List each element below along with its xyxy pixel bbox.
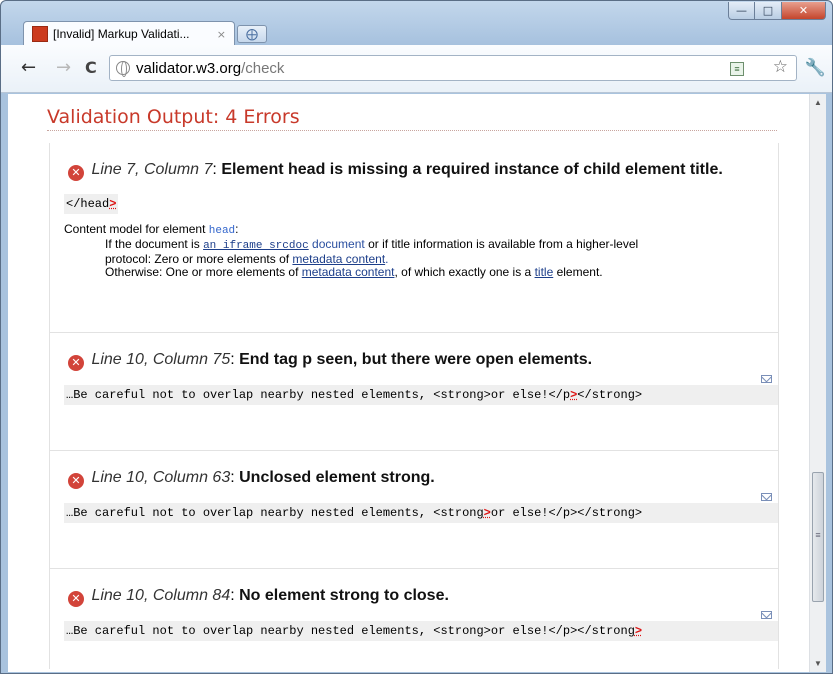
extract-text: …Be careful not to overlap nearby nested… bbox=[66, 388, 571, 402]
scroll-up-arrow-icon[interactable]: ▲ bbox=[810, 94, 826, 111]
code-extract: </head> bbox=[64, 194, 119, 214]
error-list: ✕ Line 7, Column 7: Element head is miss… bbox=[49, 143, 779, 669]
favicon-icon bbox=[32, 26, 48, 42]
model-line1-a: If the document is bbox=[105, 237, 204, 251]
error-message: ✕ Line 10, Column 63: Unclosed element s… bbox=[68, 467, 778, 489]
code-extract: …Be careful not to overlap nearby nested… bbox=[64, 503, 778, 523]
error-item: ✕ Line 10, Column 84: No element strong … bbox=[50, 569, 778, 669]
tab-active[interactable]: [Invalid] Markup Validati... × bbox=[23, 21, 235, 46]
content-model-colon: : bbox=[235, 222, 239, 236]
url-path: /check bbox=[241, 59, 285, 77]
mail-icon[interactable] bbox=[761, 611, 772, 619]
browser-window: — □ ✕ [Invalid] Markup Validati... × ⨁ ←… bbox=[0, 0, 833, 674]
error-message: ✕ Line 10, Column 84: No element strong … bbox=[68, 585, 778, 607]
error-location: Line 10, Column 63 bbox=[91, 469, 231, 486]
forward-arrow-icon[interactable]: → bbox=[56, 59, 71, 77]
error-icon: ✕ bbox=[68, 473, 84, 489]
scrollbar-thumb[interactable]: ≡ bbox=[812, 472, 824, 602]
model-line3-c: element. bbox=[553, 265, 603, 279]
extract-text-after: </strong> bbox=[577, 388, 643, 402]
extract-text-after: or else!</p></strong> bbox=[490, 506, 643, 520]
star-icon[interactable]: ☆ bbox=[773, 57, 788, 77]
iframe-srcdoc-code: an iframe srcdoc bbox=[203, 240, 309, 252]
content-model-intro: Content model for element bbox=[64, 222, 209, 236]
model-line3-a: Otherwise: One or more elements of bbox=[105, 265, 302, 279]
error-icon: ✕ bbox=[68, 591, 84, 607]
error-marker: > bbox=[483, 506, 491, 520]
code-extract: …Be careful not to overlap nearby nested… bbox=[64, 385, 778, 405]
error-item: ✕ Line 10, Column 75: End tag p seen, bu… bbox=[50, 333, 778, 451]
metadata-content-link-2[interactable]: metadata content bbox=[302, 265, 395, 279]
error-text: Unclosed element strong. bbox=[239, 469, 435, 486]
error-marker: > bbox=[109, 197, 117, 211]
close-window-button[interactable]: ✕ bbox=[782, 2, 826, 20]
metadata-content-link[interactable]: metadata content bbox=[292, 252, 385, 266]
error-location: Line 7, Column 7 bbox=[91, 161, 213, 178]
extract-text: …Be careful not to overlap nearby nested… bbox=[66, 624, 635, 638]
tab-title: [Invalid] Markup Validati... bbox=[53, 27, 190, 41]
error-marker: > bbox=[634, 624, 643, 638]
error-icon: ✕ bbox=[68, 355, 84, 371]
browser-toolbar: ← → C validator.w3.org/check ≡ ☆ 🔧 bbox=[1, 45, 832, 93]
scroll-down-arrow-icon[interactable]: ▼ bbox=[810, 655, 826, 672]
error-item: ✕ Line 7, Column 7: Element head is miss… bbox=[50, 143, 778, 333]
code-extract: …Be careful not to overlap nearby nested… bbox=[64, 621, 778, 641]
mail-icon[interactable] bbox=[761, 493, 772, 501]
url-host: validator.w3.org bbox=[136, 59, 242, 77]
error-text: Element head is missing a required insta… bbox=[221, 161, 723, 178]
error-item: ✕ Line 10, Column 63: Unclosed element s… bbox=[50, 451, 778, 569]
error-icon: ✕ bbox=[68, 165, 84, 181]
vertical-scrollbar[interactable]: ▲ ≡ ▼ bbox=[809, 94, 826, 672]
error-message: ✕ Line 10, Column 75: End tag p seen, bu… bbox=[68, 349, 778, 371]
window-controls: — □ ✕ bbox=[728, 2, 826, 20]
extract-text: </head bbox=[66, 197, 110, 211]
model-line2-b: . bbox=[385, 252, 389, 266]
error-location: Line 10, Column 84 bbox=[91, 587, 231, 604]
wrench-icon[interactable]: 🔧 bbox=[805, 58, 826, 78]
error-location: Line 10, Column 75 bbox=[91, 351, 231, 368]
page-action-icon[interactable]: ≡ bbox=[730, 62, 744, 76]
back-arrow-icon[interactable]: ← bbox=[21, 59, 36, 77]
model-line2-a: protocol: Zero or more elements of bbox=[105, 252, 293, 266]
globe-icon bbox=[116, 61, 130, 77]
new-tab-button[interactable]: ⨁ bbox=[237, 25, 267, 43]
error-text: End tag p seen, but there were open elem… bbox=[239, 351, 593, 368]
page-content: Validation Output: 4 Errors ✕ Line 7, Co… bbox=[47, 94, 779, 669]
error-message: ✕ Line 7, Column 7: Element head is miss… bbox=[68, 159, 778, 181]
title-link[interactable]: title bbox=[535, 265, 554, 279]
page-viewport: Validation Output: 4 Errors ✕ Line 7, Co… bbox=[8, 94, 826, 672]
reload-icon[interactable]: C bbox=[85, 59, 97, 77]
title-bar: — □ ✕ [Invalid] Markup Validati... × ⨁ bbox=[1, 1, 832, 46]
extract-text: …Be careful not to overlap nearby nested… bbox=[66, 506, 484, 520]
mail-icon[interactable] bbox=[761, 375, 772, 383]
tab-close-icon[interactable]: × bbox=[217, 28, 226, 41]
error-text: No element strong to close. bbox=[239, 587, 449, 604]
minimize-button[interactable]: — bbox=[728, 2, 755, 20]
model-line1-b: or if title information is available fro… bbox=[364, 237, 639, 251]
address-bar[interactable]: validator.w3.org/check ≡ ☆ bbox=[109, 55, 797, 81]
model-line1-doc: document bbox=[308, 237, 365, 251]
model-line3-b: , of which exactly one is a bbox=[394, 265, 535, 279]
scrollbar-grip-icon: ≡ bbox=[815, 530, 821, 540]
page-title: Validation Output: 4 Errors bbox=[47, 106, 777, 131]
content-model: Content model for element head: If the d… bbox=[64, 223, 778, 279]
iframe-srcdoc-link[interactable]: an iframe srcdoc bbox=[203, 237, 309, 252]
maximize-button[interactable]: □ bbox=[755, 2, 782, 20]
content-model-element: head bbox=[208, 225, 236, 237]
